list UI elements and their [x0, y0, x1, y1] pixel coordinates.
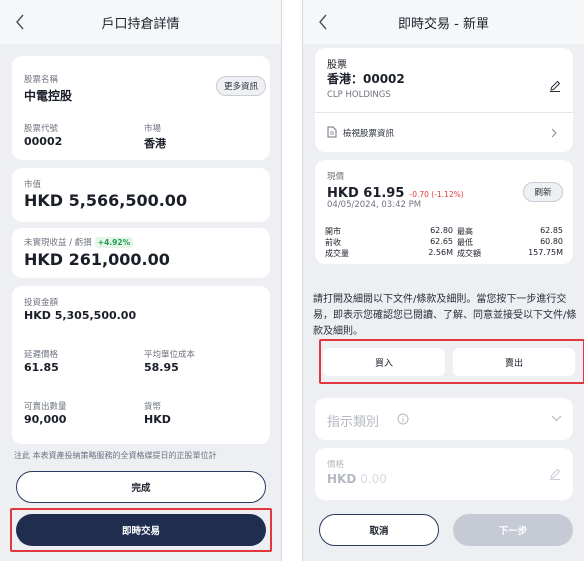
market-label: 市場 [144, 124, 162, 134]
investment-card: 投資金額 HKD 5,305,500.00 延遲價格 61.85 平均單位成本 … [12, 286, 270, 444]
price-field-currency: HKD [327, 472, 357, 486]
highlight-box [319, 339, 584, 384]
left-screen: 戶口持倉詳情 股票名稱 中電控股 更多資訊 股票代號 00002 市場 香港 市… [0, 0, 282, 561]
volume-label: 成交量 [325, 249, 349, 258]
currency-value: HKD [144, 413, 171, 426]
invest-amount: HKD 5,305,500.00 [24, 309, 137, 322]
current-price: HKD 61.95 [327, 186, 405, 201]
pnl-label-text: 未實現收益 / 虧損 [24, 238, 92, 248]
low-value: 60.80 [540, 237, 563, 246]
turnover-value: 157.75M [528, 248, 563, 257]
prev-close-label: 前收 [325, 238, 341, 247]
right-screen: 即時交易 - 新單 股票 香港：00002 CLP HOLDINGS 檢視股票資… [302, 0, 584, 561]
disclaimer-text: 注此 本表資產投納策略服務的全資格媒提日的正股單位計 [14, 451, 217, 459]
market-value: 香港 [144, 137, 166, 150]
stock-english-name: CLP HOLDINGS [327, 90, 391, 100]
cancel-button[interactable]: 取消 [319, 514, 439, 546]
avg-cost: 58.95 [144, 361, 179, 374]
invest-label: 投資金額 [24, 298, 59, 308]
volume-value: 2.56M [428, 248, 453, 257]
chevron-left-icon [16, 14, 24, 30]
code-label: 股票代號 [24, 124, 59, 134]
price-input[interactable]: 價格 HKD 0.00 [315, 448, 573, 500]
chevron-right-icon [551, 128, 557, 138]
price-field-label: 價格 [327, 460, 345, 470]
code-value: 00002 [24, 135, 63, 148]
turnover-label: 成交額 [457, 249, 481, 258]
highlight-box [10, 508, 272, 552]
view-stock-info-row[interactable]: 檢視股票資訊 [315, 113, 573, 152]
stock-label: 股票 [327, 60, 347, 71]
pnl-label: 未實現收益 / 虧損 +4.92% [24, 236, 134, 248]
stock-info-card: 股票名稱 中電控股 更多資訊 股票代號 00002 市場 香港 [12, 56, 270, 160]
nav-bar: 戶口持倉詳情 [0, 0, 281, 44]
back-button[interactable] [313, 11, 333, 33]
stock-code: 香港：00002 [327, 72, 405, 86]
market-value-amount: HKD 5,566,500.00 [24, 191, 188, 210]
price-timestamp: 04/05/2024, 03:42 PM [327, 200, 422, 210]
info-icon[interactable] [397, 413, 409, 425]
pnl-amount: HKD 261,000.00 [24, 250, 170, 269]
stock-name: 中電控股 [24, 89, 73, 103]
open-value: 62.80 [430, 226, 453, 235]
low-label: 最低 [457, 238, 473, 247]
market-value-card: 市值 HKD 5,566,500.00 [12, 168, 270, 222]
document-icon [327, 126, 337, 138]
sellable-qty: 90,000 [24, 413, 67, 426]
market-value-label: 市值 [24, 180, 42, 190]
next-step-button[interactable]: 下一步 [453, 514, 573, 546]
prev-close-value: 62.65 [430, 237, 453, 246]
back-button[interactable] [10, 11, 30, 33]
terms-notice: 請打開及細閱以下文件/條款及細則。當您按下一步進行交易，即表示您確認您已閱讀、了… [313, 294, 577, 337]
order-type-select[interactable]: 指示類別 [315, 398, 573, 440]
delayed-price-label: 延遲價格 [24, 350, 59, 360]
price-card: 現價 HKD 61.95 -0.70 (-1.12%) 04/05/2024, … [315, 160, 573, 264]
page-title: 戶口持倉詳情 [101, 16, 180, 32]
price-line: HKD 61.95 -0.70 (-1.12%) [327, 182, 464, 201]
current-price-label: 現價 [327, 172, 345, 182]
more-info-button[interactable]: 更多資訊 [216, 76, 266, 96]
delayed-price: 61.85 [24, 361, 59, 374]
price-change: -0.70 (-1.12%) [409, 190, 464, 199]
edit-icon[interactable] [549, 80, 561, 92]
open-label: 開市 [325, 227, 341, 236]
done-button[interactable]: 完成 [16, 471, 266, 503]
avg-cost-label: 平均單位成本 [144, 350, 196, 360]
page-title: 即時交易 - 新單 [398, 16, 489, 32]
high-label: 最高 [457, 227, 473, 236]
view-stock-info-label: 檢視股票資訊 [343, 129, 395, 139]
sellable-label: 可賣出數量 [24, 402, 67, 412]
pnl-card: 未實現收益 / 虧損 +4.92% HKD 261,000.00 [12, 228, 270, 278]
edit-icon [550, 468, 561, 480]
chevron-down-icon [551, 415, 562, 422]
pnl-pct-badge: +4.92% [94, 237, 134, 248]
chevron-left-icon [319, 14, 327, 30]
price-field-value: HKD 0.00 [327, 472, 387, 486]
high-value: 62.85 [540, 226, 563, 235]
order-type-label: 指示類別 [327, 415, 380, 430]
stock-card: 股票 香港：00002 CLP HOLDINGS 檢視股票資訊 [315, 48, 573, 152]
nav-bar: 即時交易 - 新單 [303, 0, 584, 44]
refresh-button[interactable]: 刷新 [523, 182, 563, 202]
price-field-placeholder: 0.00 [360, 472, 387, 486]
currency-label: 貨幣 [144, 402, 162, 412]
stock-name-label: 股票名稱 [24, 75, 59, 85]
